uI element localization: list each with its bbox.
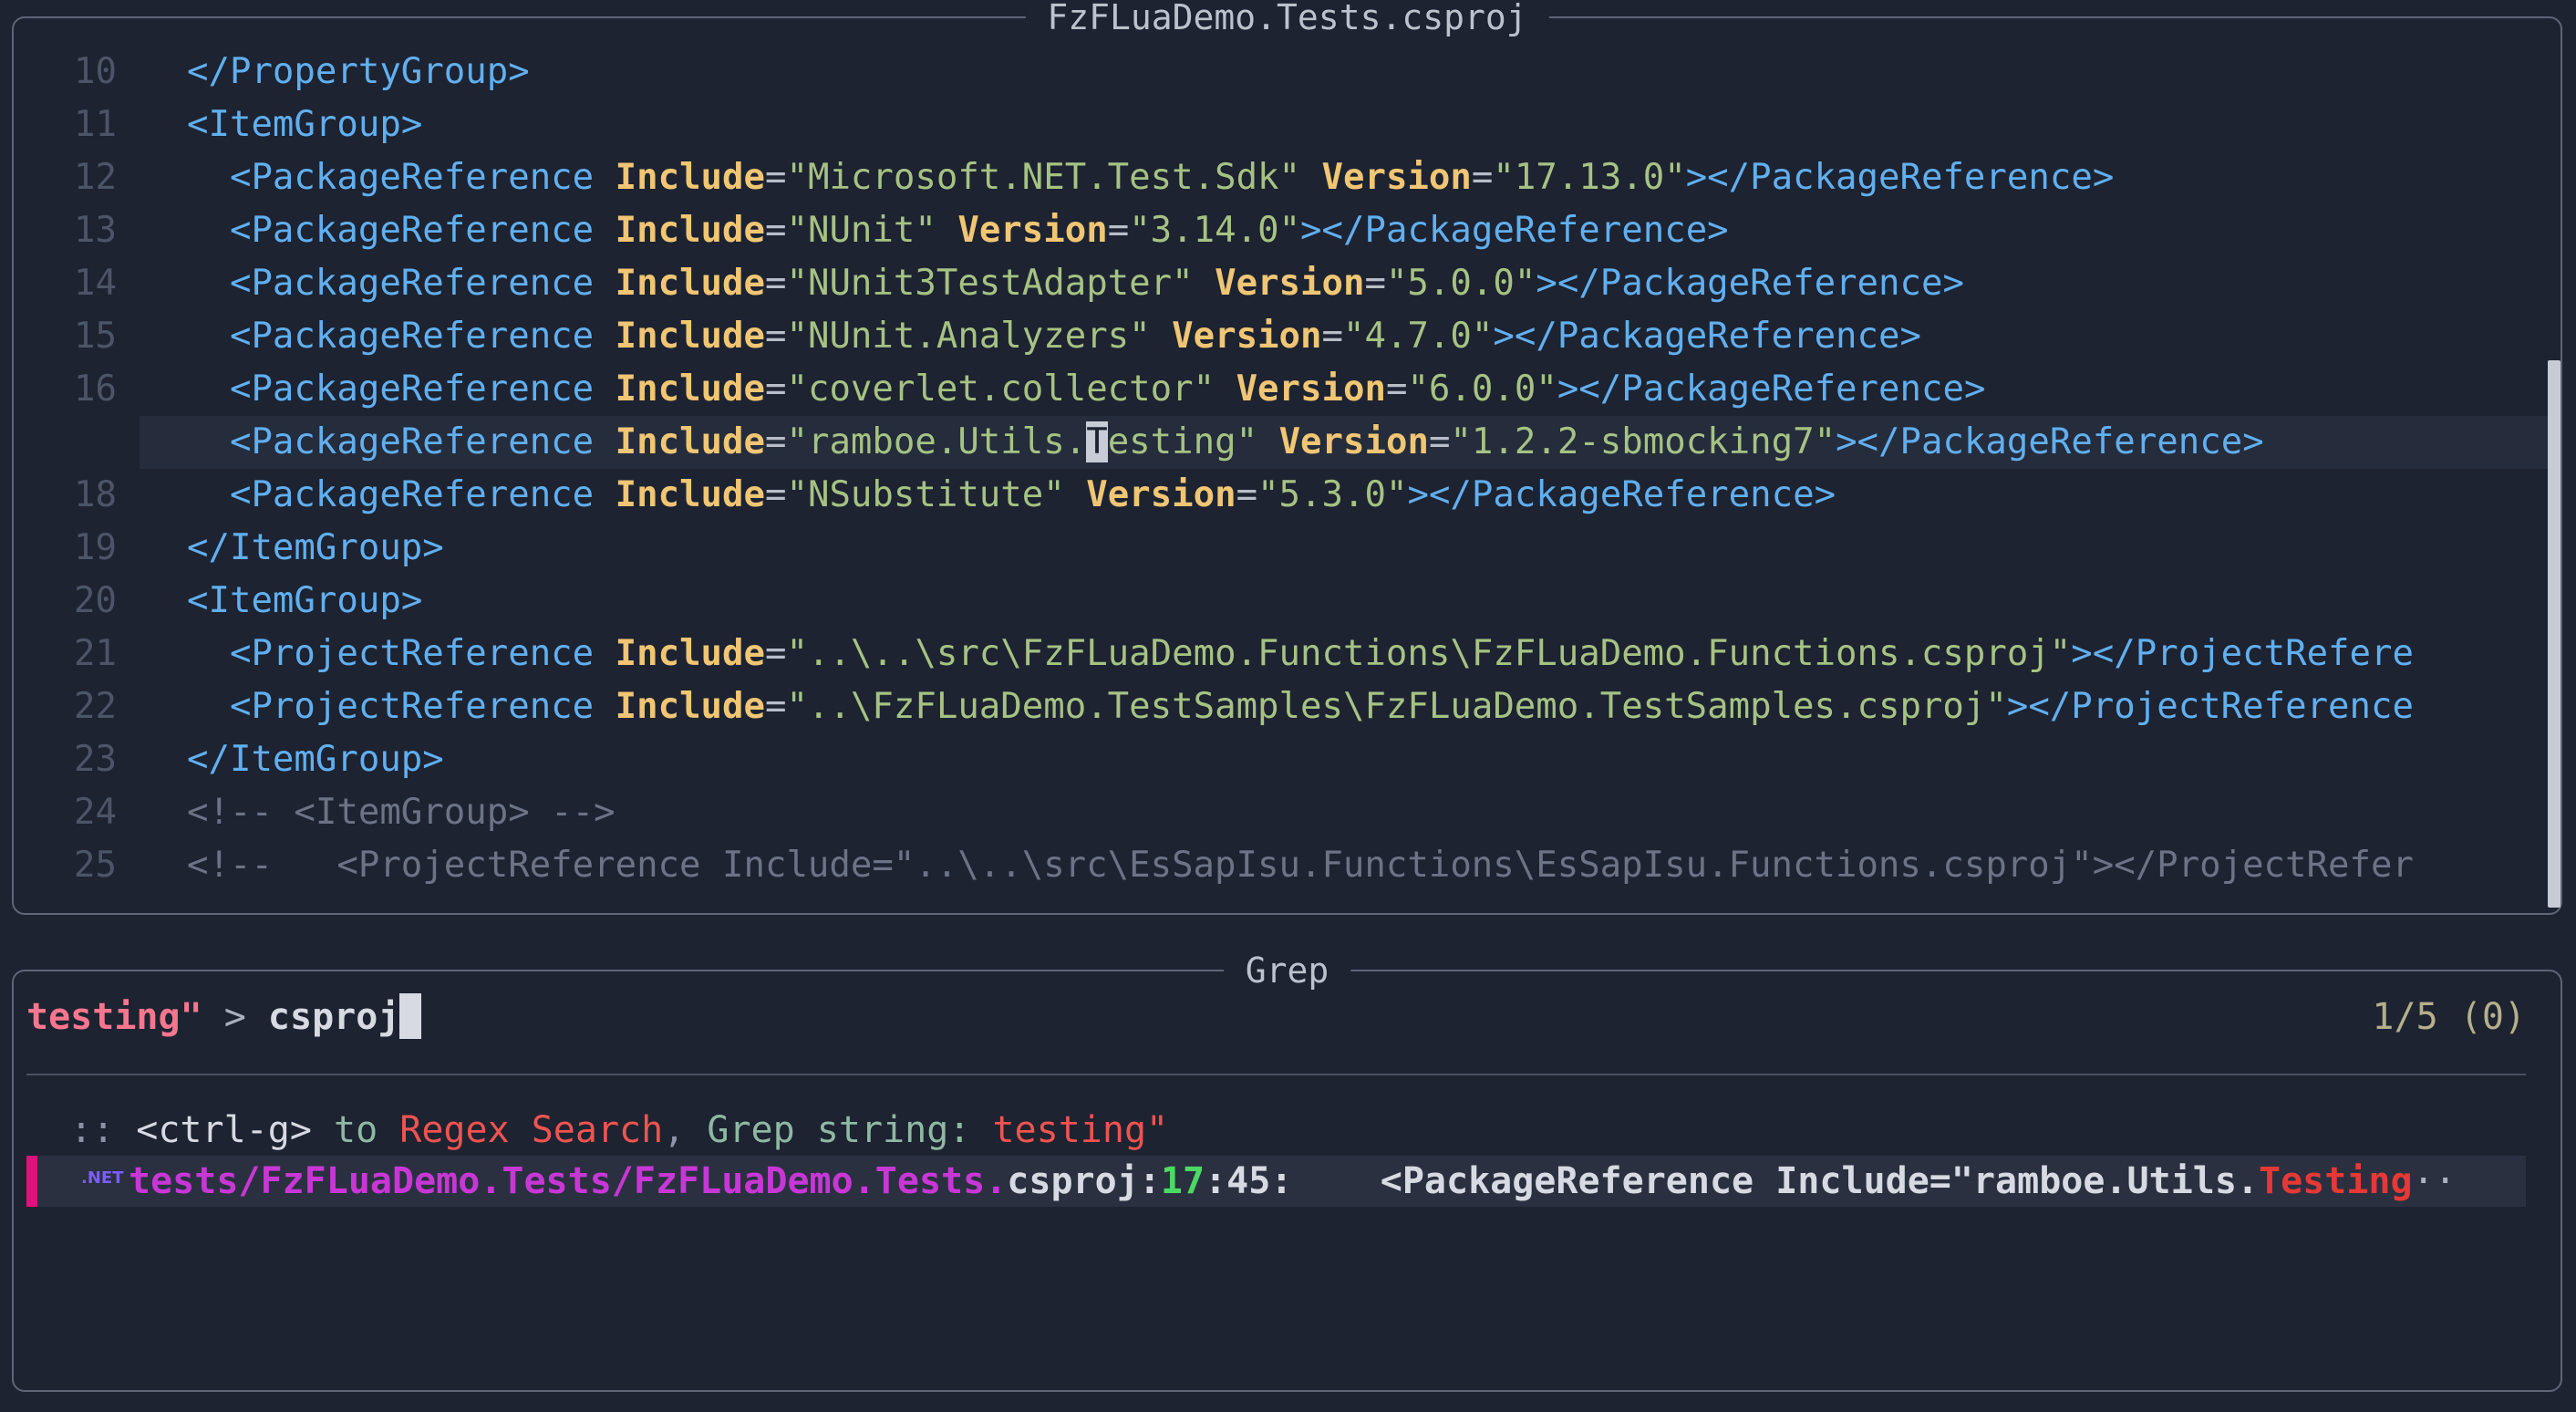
line-code: <ProjectReference Include="..\FzFLuaDemo… <box>229 686 2414 727</box>
line-code: <PackageReference Include="ramboe.Utils.… <box>229 421 2264 462</box>
line-number: 11 <box>74 104 117 145</box>
line-code: <ItemGroup> <box>187 580 423 621</box>
query-operator: > <box>202 996 268 1038</box>
preview-scrollbar[interactable] <box>2548 360 2560 908</box>
line-number: 13 <box>74 210 117 251</box>
query-string: testing" <box>26 996 202 1038</box>
result-sep: : <box>1205 1160 1227 1202</box>
line-number: 23 <box>74 739 117 780</box>
fzf-lua-window: FzFLuaDemo.Tests.csproj 10 </PropertyGrou… <box>0 0 2576 1412</box>
hint-key: <ctrl-g> <box>136 1109 312 1151</box>
grep-pane: Grep testing" > csproj 1/5 (0) :: <ctrl-… <box>12 950 2562 1392</box>
line-number: 20 <box>74 580 117 621</box>
line-number: 24 <box>74 792 117 833</box>
hint-comma: , <box>663 1109 708 1151</box>
hint-prefix: :: <box>70 1109 137 1151</box>
line-code: <ItemGroup> <box>187 104 423 145</box>
input-cursor <box>399 993 422 1039</box>
match-counter: 1/5 (0) <box>2372 996 2526 1038</box>
code-line: 18 <PackageReference Include="NSubstitut… <box>14 469 2560 522</box>
code-line: 10 </PropertyGroup> <box>14 46 2560 99</box>
code-line: 16 <PackageReference Include="coverlet.c… <box>14 363 2560 416</box>
line-number: 15 <box>74 316 117 357</box>
result-text: tests/FzFLuaDemo.Tests/FzFLuaDemo.Tests.… <box>129 1156 2457 1207</box>
line-code: <PackageReference Include="NSubstitute" … <box>229 474 1836 515</box>
preview-title: FzFLuaDemo.Tests.csproj <box>1025 0 1549 38</box>
hint-to: to <box>311 1109 400 1151</box>
code-line: 25 <!-- <ProjectReference Include="..\..\… <box>14 839 2560 892</box>
hint-line: :: <ctrl-g> to Regex Search, Grep string… <box>70 1105 1168 1156</box>
line-number: 16 <box>74 369 117 410</box>
code-line: 19 </ItemGroup> <box>14 522 2560 575</box>
line-code: </ItemGroup> <box>187 527 444 568</box>
line-number: 22 <box>74 686 117 727</box>
line-number: 12 <box>74 157 117 198</box>
result-content: <PackageReference Include="ramboe.Utils. <box>1292 1160 2260 1202</box>
hint-grep-value: testing" <box>992 1109 1169 1151</box>
code-line: 21 <ProjectReference Include="..\..\src\… <box>14 628 2560 680</box>
line-code: <PackageReference Include="NUnit" Versio… <box>229 210 1729 251</box>
line-code: <!-- <ProjectReference Include="..\..\sr… <box>187 845 2414 886</box>
line-number: 18 <box>74 474 117 515</box>
result-column: 45 <box>1226 1160 1271 1202</box>
dotnet-icon: .NET <box>81 1168 124 1188</box>
line-number: 21 <box>74 633 117 674</box>
code-preview: 10 </PropertyGroup> 11 <ItemGroup> 12 <Packa… <box>14 46 2560 908</box>
result-line-number: 17 <box>1160 1160 1205 1202</box>
line-code: <ProjectReference Include="..\..\src\FzF… <box>229 633 2414 674</box>
line-code: <PackageReference Include="NUnit3TestAda… <box>229 263 1964 304</box>
line-number: 14 <box>74 263 117 304</box>
line-code: <PackageReference Include="NUnit.Analyze… <box>229 316 1921 357</box>
code-line: 20 <ItemGroup> <box>14 575 2560 628</box>
result-sep: : <box>1270 1160 1293 1202</box>
result-sep: : <box>1138 1160 1161 1202</box>
result-row-selected[interactable]: .NET tests/FzFLuaDemo.Tests/FzFLuaDemo.T… <box>26 1156 2526 1207</box>
result-match: Testing <box>2259 1160 2413 1202</box>
hint-grep-label: Grep string: <box>707 1109 993 1151</box>
result-ellipsis: ·· <box>2412 1160 2457 1202</box>
line-code: <!-- <ItemGroup> --> <box>187 792 616 833</box>
line-number: 10 <box>74 51 117 92</box>
result-path: tests/FzFLuaDemo.Tests/FzFLuaDemo.Tests. <box>129 1160 1008 1202</box>
query-filter: csproj <box>267 996 400 1038</box>
code-line: 11 <ItemGroup> <box>14 99 2560 151</box>
code-line: 23 </ItemGroup> <box>14 733 2560 786</box>
line-number: 25 <box>74 845 117 886</box>
code-line-current: 17 <PackageReference Include="ramboe.Uti… <box>140 416 2560 469</box>
line-code: </PropertyGroup> <box>187 51 530 92</box>
code-line: 22 <ProjectReference Include="..\FzFLuaD… <box>14 680 2560 733</box>
preview-pane: FzFLuaDemo.Tests.csproj 10 </PropertyGrou… <box>12 0 2562 915</box>
code-line: 15 <PackageReference Include="NUnit.Anal… <box>14 310 2560 363</box>
divider <box>26 1074 2526 1075</box>
code-line: 13 <PackageReference Include="NUnit" Ver… <box>14 204 2560 257</box>
search-input[interactable]: testing" > csproj <box>26 992 422 1043</box>
hint-regex-action: Regex Search <box>399 1109 664 1151</box>
code-line: 12 <PackageReference Include="Microsoft.… <box>14 151 2560 204</box>
line-number: 19 <box>74 527 117 568</box>
code-line: 24 <!-- <ItemGroup> --> <box>14 786 2560 839</box>
code-line: 14 <PackageReference Include="NUnit3Test… <box>14 257 2560 310</box>
line-code: <PackageReference Include="Microsoft.NET… <box>229 157 2115 198</box>
line-code: </ItemGroup> <box>187 739 444 780</box>
grep-title: Grep <box>1223 950 1351 992</box>
result-file-ext: csproj <box>1007 1160 1139 1202</box>
selection-marker <box>26 1156 37 1207</box>
line-code: <PackageReference Include="coverlet.coll… <box>229 369 1986 410</box>
